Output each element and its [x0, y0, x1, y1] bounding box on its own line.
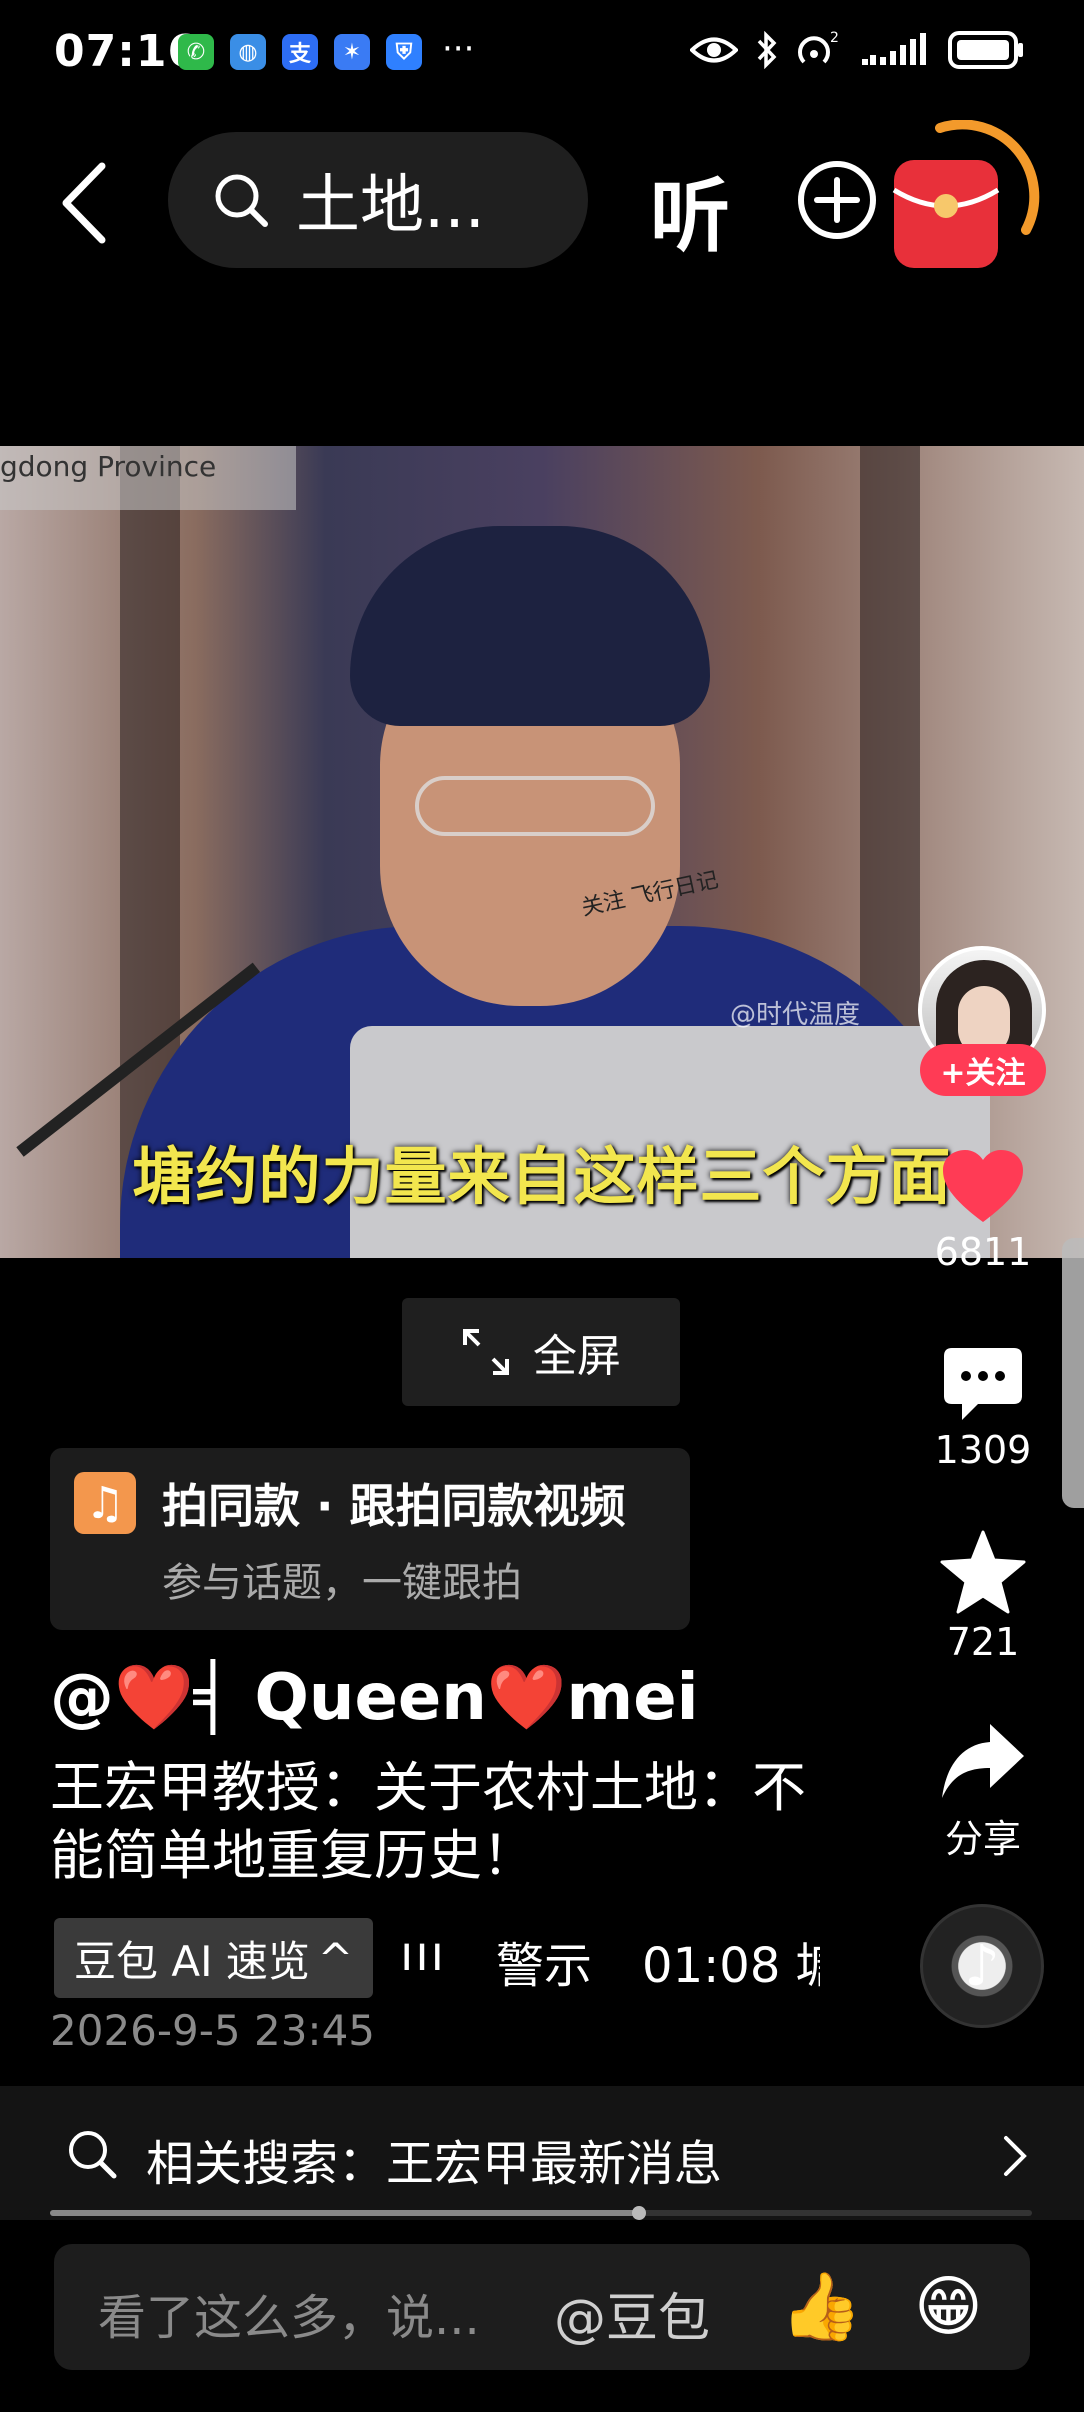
comment-count: 1309	[934, 1428, 1032, 1472]
progress-fill	[50, 2210, 640, 2216]
follow-button[interactable]: +关注	[920, 1044, 1046, 1096]
ai-summary-label: 豆包 AI 速览	[74, 1936, 310, 1986]
signal-icon	[862, 33, 926, 65]
same-style-subtitle: 参与话题，一键跟拍	[162, 1560, 522, 1606]
chevron-right-icon	[1004, 2136, 1027, 2176]
waveform-icon: ııı	[400, 1926, 447, 1982]
like-button[interactable]: 6811	[920, 1150, 1046, 1274]
share-label: 分享	[944, 1817, 1021, 1861]
speaker-glasses	[415, 776, 655, 836]
heart-icon	[943, 1150, 1023, 1222]
related-search-text: 相关搜索：王宏甲最新消息	[146, 2136, 723, 2192]
listen-button[interactable]: 听	[650, 152, 730, 268]
red-packet-icon[interactable]	[880, 120, 1040, 280]
chapter-tag: 警示	[496, 1938, 593, 1994]
fullscreen-label: 全屏	[533, 1331, 621, 1382]
music-note-icon: ♫	[74, 1472, 136, 1534]
ai-summary-button[interactable]: 豆包 AI 速览 ^	[54, 1918, 374, 1998]
music-disc[interactable]: ♪	[920, 1904, 1044, 2028]
video-overlay-text: gdong Province	[0, 446, 296, 510]
notification-icons: ✆ ◍ 支 ✶ ⛨ ···	[178, 29, 475, 70]
fullscreen-button[interactable]: 全屏	[402, 1298, 680, 1406]
video-progress-bar[interactable]	[50, 2206, 1032, 2220]
more-notifications-icon: ···	[442, 29, 475, 69]
search-icon	[69, 2131, 117, 2179]
back-arrow-icon[interactable]	[52, 158, 122, 248]
system-icons: 2	[690, 30, 1026, 70]
eye-icon	[690, 37, 738, 63]
shield-icon: ⛨	[386, 34, 422, 70]
favorite-count: 721	[946, 1620, 1020, 1664]
author-name[interactable]: @❤️╡ Queen❤️mei	[50, 1660, 699, 1735]
thumbs-up-icon[interactable]: 👍	[780, 2268, 862, 2346]
app-icon: ◍	[230, 34, 266, 70]
favorite-button[interactable]: 721	[920, 1530, 1046, 1664]
search-query: 土地...	[296, 169, 486, 243]
idea-icon: ✶	[334, 34, 370, 70]
comment-input[interactable]: 看了这么多，说... @豆包 👍 😁	[54, 2244, 1030, 2370]
hotspot-icon: 2	[798, 30, 839, 64]
battery-icon	[948, 31, 1023, 69]
svg-text:2: 2	[830, 30, 839, 46]
chevron-up-icon: ^	[317, 1933, 354, 1983]
side-drawer-handle[interactable]	[1062, 1238, 1084, 1508]
same-style-title: 拍同款 · 跟拍同款视频	[162, 1479, 626, 1533]
top-navigation: 土地... 听	[0, 120, 1084, 280]
post-date: 2026-9-5 23:45	[50, 2006, 376, 2055]
comment-button[interactable]: 1309	[920, 1346, 1046, 1472]
status-bar: 07:16 ✆ ◍ 支 ✶ ⛨ ··· 2	[0, 0, 1084, 110]
same-style-card[interactable]: ♫ 拍同款 · 跟拍同款视频 参与话题，一键跟拍	[50, 1448, 690, 1630]
related-search-bar[interactable]: 相关搜索：王宏甲最新消息	[0, 2086, 1084, 2220]
music-note-icon: ♪	[964, 1933, 1000, 1999]
source-watermark: @时代温度	[730, 1000, 861, 1030]
speaker-hair	[350, 526, 710, 726]
chapter-time: 01:08 塘	[642, 1938, 820, 1994]
wechat-icon: ✆	[178, 34, 214, 70]
expand-icon	[463, 1329, 509, 1375]
search-bar[interactable]: 土地...	[168, 132, 588, 268]
alipay-icon: 支	[282, 34, 318, 70]
star-icon	[940, 1530, 1026, 1614]
video-description: 王宏甲教授：关于农村土地：不能简单地重复历史！	[50, 1756, 806, 1887]
video-player[interactable]: gdong Province 关注 飞行日记 @时代温度 塘约的力量来自这样三个…	[0, 446, 1084, 1258]
emoji-icon[interactable]: 😁	[914, 2268, 983, 2345]
mention-doubao-button[interactable]: @豆包	[554, 2276, 710, 2351]
search-icon	[215, 174, 268, 227]
ai-summary-chapters[interactable]: ııı 警示 01:08 塘	[400, 1926, 820, 1996]
share-button[interactable]: 分享	[920, 1722, 1046, 1863]
comment-icon	[944, 1348, 1022, 1420]
share-arrow-icon	[942, 1724, 1024, 1798]
like-count: 6811	[934, 1230, 1032, 1274]
bluetooth-icon	[757, 31, 777, 69]
comment-placeholder: 看了这么多，说...	[98, 2290, 480, 2346]
add-icon[interactable]	[795, 158, 879, 242]
